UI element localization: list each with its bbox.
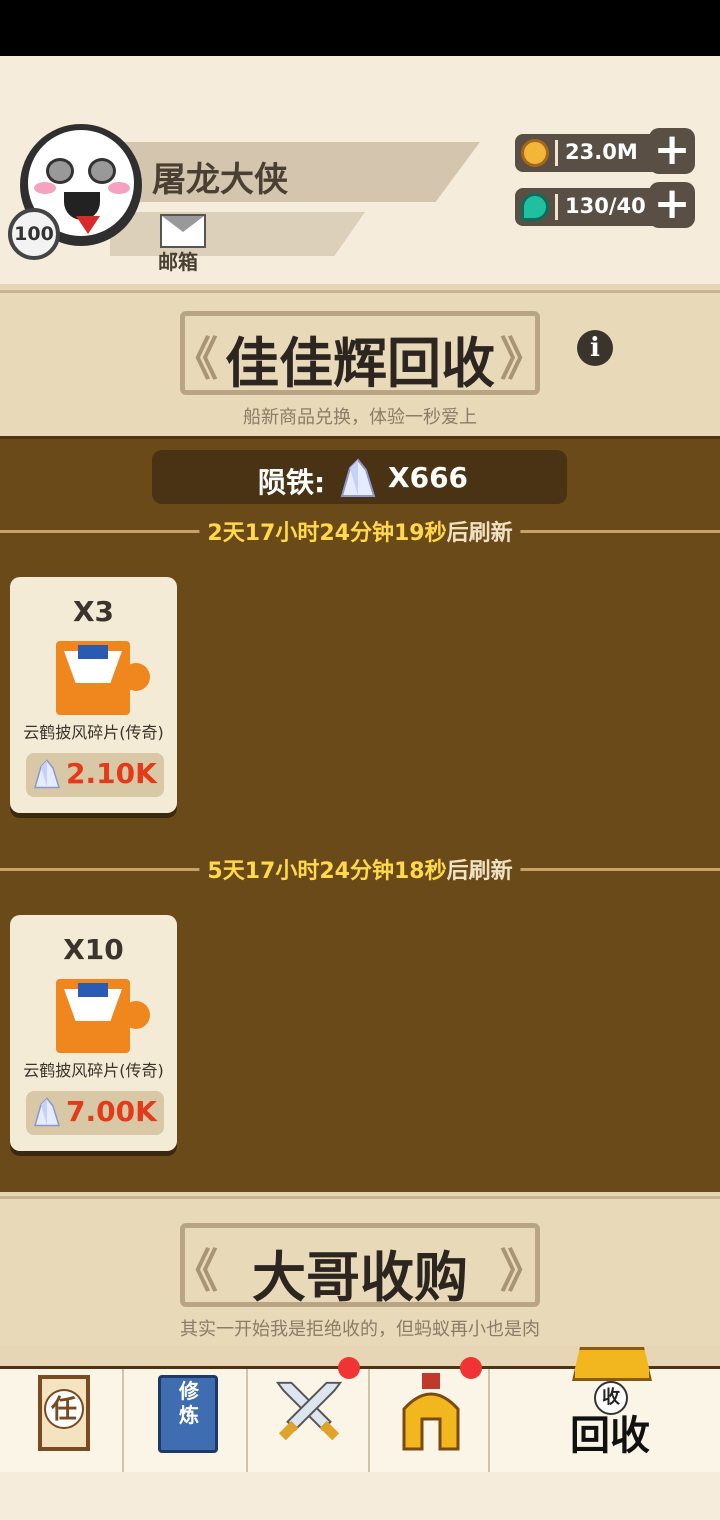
cloak-fragment-icon — [56, 979, 130, 1053]
nav-cultivation-label: 修炼 — [179, 1379, 199, 1427]
mouth — [64, 192, 100, 220]
crossed-swords-icon — [275, 1381, 343, 1441]
helmet-icon — [402, 1373, 460, 1451]
coin-resource: 23.0M + — [515, 128, 695, 174]
item-price: 2.10K — [66, 757, 157, 790]
refresh-timer: 2天17小时24分钟19秒后刷新 — [0, 515, 720, 547]
bottom-nav: 任 修炼 收 回收 — [0, 1347, 720, 1473]
meteor-crystal-icon — [34, 759, 61, 789]
left-eye — [46, 158, 74, 184]
energy-resource: 130/40 + — [515, 182, 695, 228]
fragment-piece-icon — [122, 1001, 150, 1029]
info-icon[interactable]: i — [577, 330, 613, 366]
meteor-crystal-icon — [340, 458, 376, 497]
bottom-strip — [0, 1472, 720, 1520]
nav-task-label: 任 — [44, 1389, 84, 1429]
item-name: 云鹤披风碎片(传奇) — [23, 723, 164, 742]
meteor-value: X666 — [388, 461, 469, 494]
buyback-banner: 《 》 大哥收购 其实一开始我是拒绝收的，但蚂蚁再小也是肉 — [0, 1196, 720, 1346]
recycle-banner: 《 》 佳佳辉回收 船新商品兑换，体验一秒爱上 — [0, 290, 720, 436]
right-eye — [88, 158, 116, 184]
buyback-subtitle: 其实一开始我是拒绝收的，但蚂蚁再小也是肉 — [180, 1319, 540, 1340]
mail-icon[interactable] — [160, 214, 206, 248]
item-price: 7.00K — [66, 1095, 157, 1128]
refresh-countdown: 2天17小时24分钟19秒 — [207, 521, 447, 546]
mail-label[interactable]: 邮箱 — [158, 246, 198, 275]
coin-value: 23.0M — [565, 140, 638, 164]
recycle-item-card[interactable]: X10 云鹤披风碎片(传奇) 7.00K — [10, 915, 177, 1151]
notification-dot — [338, 1357, 360, 1379]
fragment-piece-icon — [122, 663, 150, 691]
nav-cultivation[interactable]: 修炼 — [124, 1369, 248, 1473]
item-name: 云鹤披风碎片(传奇) — [23, 1061, 164, 1080]
meteor-label: 陨铁: — [258, 466, 326, 499]
add-energy-button[interactable]: + — [649, 182, 695, 228]
nav-recycle-label: 回收 — [570, 1413, 650, 1459]
add-coin-button[interactable]: + — [649, 128, 695, 174]
coin-icon — [521, 139, 549, 167]
nav-task[interactable]: 任 — [0, 1369, 124, 1473]
mail-band — [110, 212, 365, 256]
status-bar — [0, 0, 720, 56]
item-quantity: X10 — [63, 933, 124, 966]
nav-recycle[interactable]: 收 回收 — [490, 1347, 720, 1473]
buyback-title: 大哥收购 — [252, 1246, 468, 1309]
meteor-crystal-icon — [34, 1097, 61, 1127]
player-name: 屠龙大侠 — [152, 160, 288, 200]
player-header: 屠龙大侠 邮箱 100 23.0M + 130/40 + — [0, 56, 720, 284]
item-quantity: X3 — [72, 595, 115, 628]
blush — [34, 182, 56, 194]
refresh-countdown: 5天17小时24分钟18秒 — [207, 859, 447, 884]
recycle-item-card[interactable]: X3 云鹤披风碎片(传奇) 2.10K — [10, 577, 177, 813]
nav-battle[interactable] — [248, 1357, 370, 1473]
energy-value: 130/40 — [565, 194, 646, 218]
refresh-suffix: 后刷新 — [446, 521, 513, 546]
energy-drop-icon — [521, 193, 549, 221]
price-button[interactable]: 2.10K — [26, 753, 164, 797]
recycle-subtitle: 船新商品兑换，体验一秒爱上 — [243, 407, 477, 428]
blush — [108, 182, 130, 194]
refresh-suffix: 后刷新 — [446, 859, 513, 884]
recycle-shop-icon — [572, 1347, 652, 1381]
nav-equipment[interactable] — [370, 1357, 490, 1473]
level-badge: 100 — [8, 208, 60, 260]
cloak-fragment-icon — [56, 641, 130, 715]
refresh-timer: 5天17小时24分钟18秒后刷新 — [0, 853, 720, 885]
notification-dot — [460, 1357, 482, 1379]
price-button[interactable]: 7.00K — [26, 1091, 164, 1135]
recycle-title: 佳佳辉回收 — [225, 332, 495, 395]
